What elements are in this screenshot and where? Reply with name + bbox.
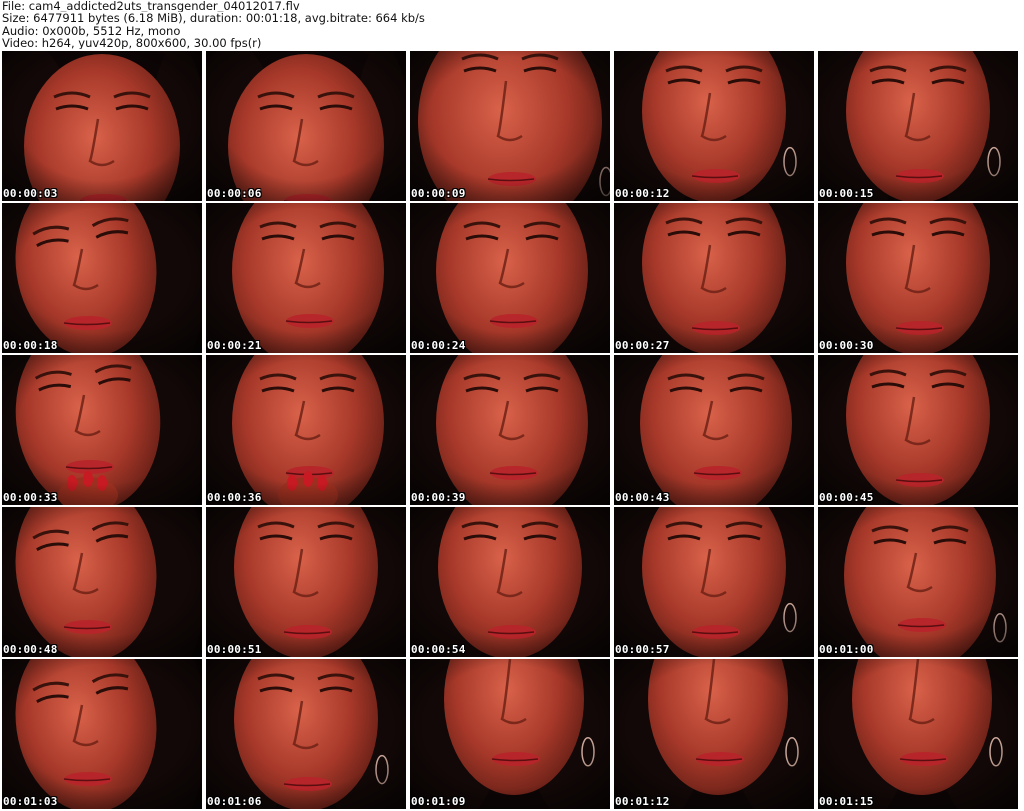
frame-timestamp: 00:00:12 xyxy=(615,187,670,200)
video-info-line: Video: h264, yuv420p, 800x600, 30.00 fps… xyxy=(2,36,262,50)
video-frame-thumbnail: 00:00:12 xyxy=(614,51,814,201)
frame-image xyxy=(206,355,406,505)
file-info-header: File: cam4_addicted2uts_transgender_0401… xyxy=(2,0,1022,50)
frame-timestamp: 00:00:45 xyxy=(819,491,874,504)
frame-image xyxy=(206,51,406,201)
video-frame-thumbnail: 00:01:15 xyxy=(818,659,1018,809)
video-frame-thumbnail: 00:00:27 xyxy=(614,203,814,353)
frame-timestamp: 00:00:51 xyxy=(207,643,262,656)
frame-timestamp: 00:00:06 xyxy=(207,187,262,200)
video-frame-thumbnail: 00:00:39 xyxy=(410,355,610,505)
video-frame-thumbnail: 00:00:51 xyxy=(206,507,406,657)
audio-info-line: Audio: 0x000b, 5512 Hz, mono xyxy=(2,24,181,37)
frame-timestamp: 00:01:03 xyxy=(3,795,58,808)
video-frame-thumbnail: 00:00:21 xyxy=(206,203,406,353)
frame-timestamp: 00:01:12 xyxy=(615,795,670,808)
frame-timestamp: 00:00:24 xyxy=(411,339,466,352)
frame-image xyxy=(614,51,814,201)
frame-image xyxy=(206,659,406,809)
video-frame-thumbnail: 00:01:03 xyxy=(2,659,202,809)
frame-timestamp: 00:00:15 xyxy=(819,187,874,200)
video-frame-thumbnail: 00:00:03 xyxy=(2,51,202,201)
frame-image xyxy=(818,659,1018,809)
video-frame-thumbnail: 00:00:06 xyxy=(206,51,406,201)
video-frame-thumbnail: 00:00:36 xyxy=(206,355,406,505)
video-frame-thumbnail: 00:00:54 xyxy=(410,507,610,657)
frame-timestamp: 00:00:48 xyxy=(3,643,58,656)
frame-image xyxy=(818,51,1018,201)
frame-timestamp: 00:00:21 xyxy=(207,339,262,352)
frame-image xyxy=(2,355,202,505)
frame-image xyxy=(614,507,814,657)
video-frame-thumbnail: 00:01:12 xyxy=(614,659,814,809)
frame-timestamp: 00:00:39 xyxy=(411,491,466,504)
video-frame-thumbnail: 00:00:45 xyxy=(818,355,1018,505)
video-frame-thumbnail: 00:00:30 xyxy=(818,203,1018,353)
frame-timestamp: 00:00:33 xyxy=(3,491,58,504)
video-frame-thumbnail: 00:00:09 xyxy=(410,51,610,201)
frame-image xyxy=(2,203,202,353)
frame-timestamp: 00:00:18 xyxy=(3,339,58,352)
frame-image xyxy=(410,355,610,505)
frame-timestamp: 00:00:36 xyxy=(207,491,262,504)
video-frame-thumbnail: 00:01:06 xyxy=(206,659,406,809)
video-frame-thumbnail: 00:00:48 xyxy=(2,507,202,657)
video-frame-thumbnail: 00:00:18 xyxy=(2,203,202,353)
frame-timestamp: 00:01:15 xyxy=(819,795,874,808)
frame-image xyxy=(2,659,202,809)
frame-image xyxy=(410,203,610,353)
frame-image xyxy=(614,659,814,809)
frame-image xyxy=(410,507,610,657)
frame-image xyxy=(614,355,814,505)
frame-image xyxy=(614,203,814,353)
frame-image xyxy=(818,507,1018,657)
frame-timestamp: 00:00:54 xyxy=(411,643,466,656)
frame-timestamp: 00:00:57 xyxy=(615,643,670,656)
frame-timestamp: 00:00:30 xyxy=(819,339,874,352)
frame-image xyxy=(818,355,1018,505)
video-frame-thumbnail: 00:00:24 xyxy=(410,203,610,353)
video-frame-thumbnail: 00:00:43 xyxy=(614,355,814,505)
video-frame-thumbnail: 00:00:15 xyxy=(818,51,1018,201)
video-frame-thumbnail: 00:00:33 xyxy=(2,355,202,505)
frame-timestamp: 00:01:09 xyxy=(411,795,466,808)
frame-timestamp: 00:01:06 xyxy=(207,795,262,808)
frame-timestamp: 00:01:00 xyxy=(819,643,874,656)
frame-image xyxy=(2,51,202,201)
frame-timestamp: 00:00:43 xyxy=(615,491,670,504)
file-name-line: File: cam4_addicted2uts_transgender_0401… xyxy=(2,0,300,13)
frame-image xyxy=(206,507,406,657)
frame-timestamp: 00:00:03 xyxy=(3,187,58,200)
frame-image xyxy=(2,507,202,657)
frame-timestamp: 00:00:27 xyxy=(615,339,670,352)
video-frame-thumbnail: 00:01:09 xyxy=(410,659,610,809)
thumbnail-grid: 00:00:03 00:00:06 00:00:09 00:00:12 00:00:15… xyxy=(2,51,1022,811)
video-frame-thumbnail: 00:00:57 xyxy=(614,507,814,657)
frame-image xyxy=(206,203,406,353)
frame-image xyxy=(818,203,1018,353)
frame-timestamp: 00:00:09 xyxy=(411,187,466,200)
file-size-line: Size: 6477911 bytes (6.18 MiB), duration… xyxy=(2,12,425,25)
frame-image xyxy=(410,659,610,809)
frame-image xyxy=(410,51,610,201)
video-frame-thumbnail: 00:01:00 xyxy=(818,507,1018,657)
